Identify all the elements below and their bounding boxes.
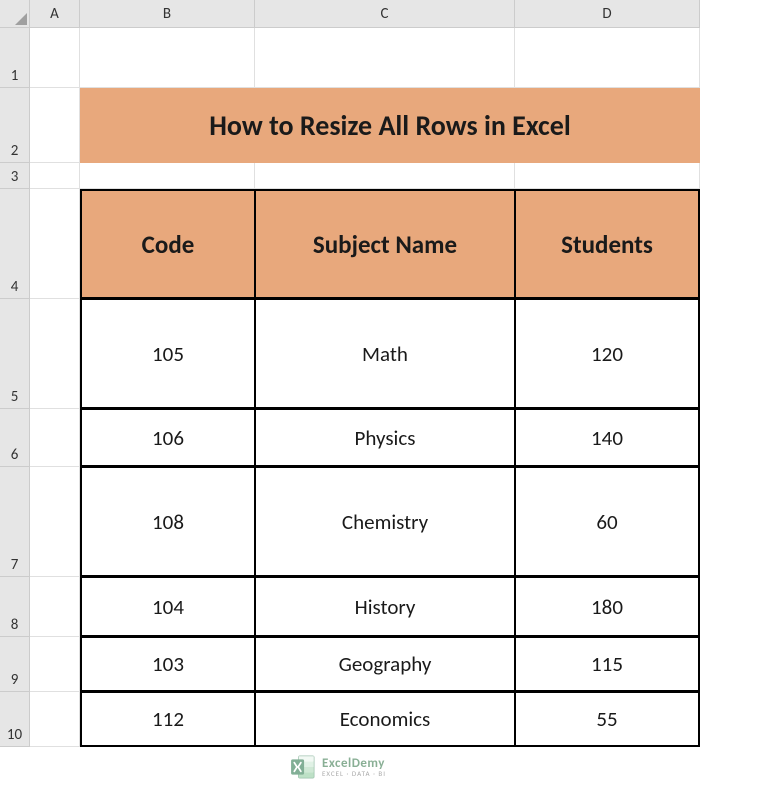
cell-A6[interactable] xyxy=(30,409,80,467)
table-cell-subject-2[interactable]: Physics xyxy=(255,409,515,467)
spreadsheet-grid: A B C D 1 2 3 4 5 6 7 8 9 10 How to Resi… xyxy=(0,0,767,747)
row-header-1[interactable]: 1 xyxy=(0,28,30,88)
cell-B3[interactable] xyxy=(80,163,255,189)
row-header-5[interactable]: 5 xyxy=(0,299,30,409)
cell-A9[interactable] xyxy=(30,637,80,692)
row-header-2[interactable]: 2 xyxy=(0,88,30,163)
cell-C1[interactable] xyxy=(255,28,515,88)
table-cell-subject-3[interactable]: Chemistry xyxy=(255,467,515,577)
cell-A3[interactable] xyxy=(30,163,80,189)
cell-B1[interactable] xyxy=(80,28,255,88)
table-cell-code-4[interactable]: 104 xyxy=(80,577,255,637)
row-header-4[interactable]: 4 xyxy=(0,189,30,299)
table-header-code[interactable]: Code xyxy=(80,189,255,299)
watermark-name: ExcelDemy xyxy=(322,757,386,770)
table-cell-code-6[interactable]: 112 xyxy=(80,692,255,747)
cell-A8[interactable] xyxy=(30,577,80,637)
row-header-10[interactable]: 10 xyxy=(0,692,30,747)
row-header-9[interactable]: 9 xyxy=(0,637,30,692)
cell-A1[interactable] xyxy=(30,28,80,88)
table-cell-students-3[interactable]: 60 xyxy=(515,467,700,577)
cell-A10[interactable] xyxy=(30,692,80,747)
column-header-B[interactable]: B xyxy=(80,0,255,28)
cell-D1[interactable] xyxy=(515,28,700,88)
excel-logo-icon xyxy=(290,754,316,780)
cell-C3[interactable] xyxy=(255,163,515,189)
table-cell-students-2[interactable]: 140 xyxy=(515,409,700,467)
column-header-C[interactable]: C xyxy=(255,0,515,28)
table-cell-code-2[interactable]: 106 xyxy=(80,409,255,467)
cell-A2[interactable] xyxy=(30,88,80,163)
watermark-text: ExcelDemy EXCEL · DATA · BI xyxy=(322,757,386,777)
table-header-students[interactable]: Students xyxy=(515,189,700,299)
table-cell-subject-4[interactable]: History xyxy=(255,577,515,637)
table-cell-students-1[interactable]: 120 xyxy=(515,299,700,409)
table-cell-subject-5[interactable]: Geography xyxy=(255,637,515,692)
table-cell-students-5[interactable]: 115 xyxy=(515,637,700,692)
watermark-tagline: EXCEL · DATA · BI xyxy=(322,770,386,777)
row-header-3[interactable]: 3 xyxy=(0,163,30,189)
table-cell-subject-6[interactable]: Economics xyxy=(255,692,515,747)
table-cell-students-4[interactable]: 180 xyxy=(515,577,700,637)
table-cell-code-3[interactable]: 108 xyxy=(80,467,255,577)
table-header-subject[interactable]: Subject Name xyxy=(255,189,515,299)
table-cell-subject-1[interactable]: Math xyxy=(255,299,515,409)
cell-A5[interactable] xyxy=(30,299,80,409)
table-cell-code-5[interactable]: 103 xyxy=(80,637,255,692)
select-all-corner[interactable] xyxy=(0,0,30,28)
title-merged-cell[interactable]: How to Resize All Rows in Excel xyxy=(80,88,700,163)
column-header-A[interactable]: A xyxy=(30,0,80,28)
cell-D3[interactable] xyxy=(515,163,700,189)
row-header-6[interactable]: 6 xyxy=(0,409,30,467)
row-header-7[interactable]: 7 xyxy=(0,467,30,577)
cell-A4[interactable] xyxy=(30,189,80,299)
cell-A7[interactable] xyxy=(30,467,80,577)
column-header-D[interactable]: D xyxy=(515,0,700,28)
watermark: ExcelDemy EXCEL · DATA · BI xyxy=(290,754,386,780)
row-header-8[interactable]: 8 xyxy=(0,577,30,637)
table-cell-code-1[interactable]: 105 xyxy=(80,299,255,409)
table-cell-students-6[interactable]: 55 xyxy=(515,692,700,747)
